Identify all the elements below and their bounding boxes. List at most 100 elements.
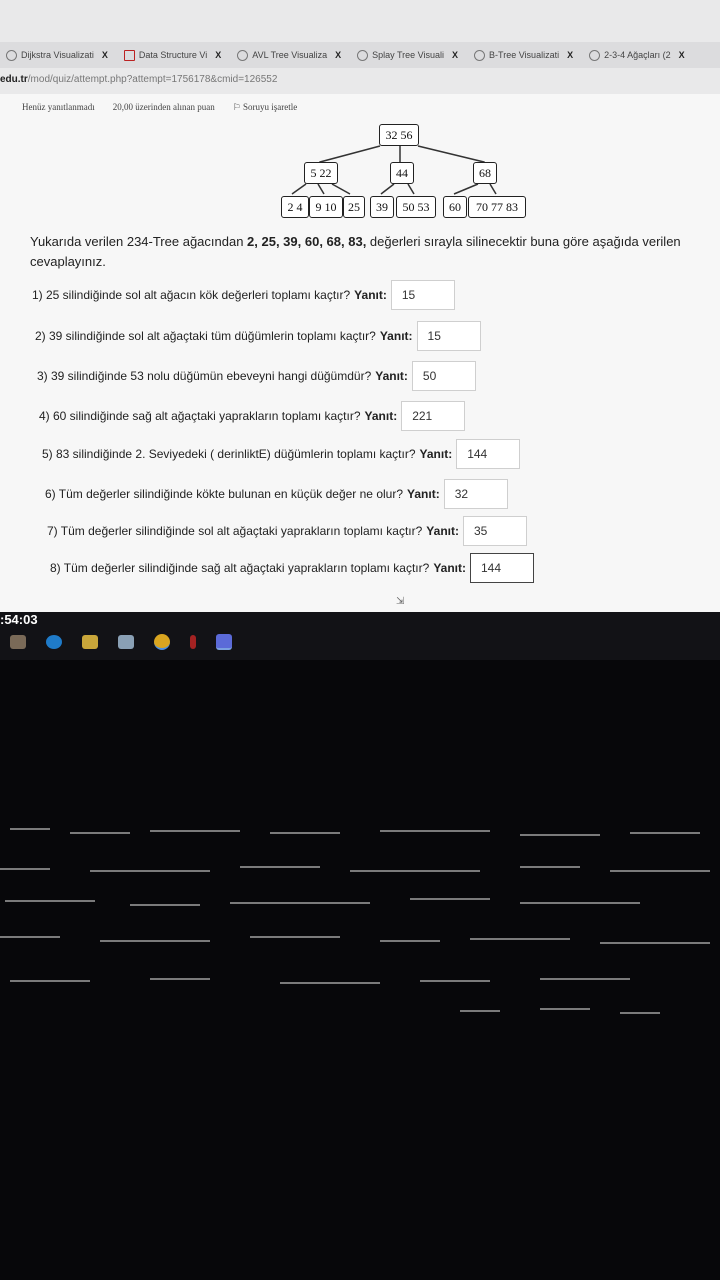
tab-label: Data Structure Vi	[138, 50, 208, 60]
tree-leaf: 39	[370, 196, 394, 218]
reflection-streak	[280, 982, 380, 984]
address-bar[interactable]: edu.tr/mod/quiz/attempt.php?attempt=1756…	[0, 74, 720, 92]
reflection-streak	[380, 830, 490, 832]
reflection-streak	[520, 866, 580, 868]
tab-label: 2-3-4 Ağaçları (2	[604, 50, 671, 60]
tab-234[interactable]: 2-3-4 Ağaçları (2 X	[583, 44, 691, 66]
answer-label: Yanıt:	[354, 288, 387, 302]
close-icon[interactable]: X	[102, 50, 108, 60]
tab-splay[interactable]: Splay Tree Visuali X	[351, 44, 464, 66]
taskbar-icons	[10, 634, 232, 650]
tree-node-l1-right: 68	[473, 162, 497, 184]
question-text: 4) 60 silindiğinde sağ alt ağaçtaki yapr…	[39, 409, 361, 423]
answer-label: Yanıt:	[379, 329, 413, 343]
question-1: 1) 25 silindiğinde sol alt ağacın kök de…	[32, 280, 455, 310]
tab-label: AVL Tree Visualiza	[252, 50, 328, 60]
tab-avl[interactable]: AVL Tree Visualiza X	[231, 44, 347, 66]
globe-icon	[6, 49, 17, 61]
reflection-streak	[270, 832, 340, 834]
reflection-streak	[540, 978, 630, 980]
close-icon[interactable]: X	[452, 50, 458, 60]
question-2: 2) 39 silindiğinde sol alt ağaçtaki tüm …	[35, 321, 481, 351]
description-before: Yukarıda verilen 234-Tree ağacından	[30, 234, 248, 249]
reflection-streak	[630, 832, 700, 834]
tab-data-structure[interactable]: Data Structure Vi X	[118, 44, 227, 66]
reflection-streak	[470, 938, 570, 940]
tree-leaf: 60	[443, 196, 467, 218]
globe-icon	[589, 49, 601, 61]
answer-input[interactable]: 15	[416, 321, 481, 351]
reflection-streak	[520, 834, 600, 836]
question-text: 7) Tüm değerler silindiğinde sol alt ağa…	[47, 524, 423, 538]
tree-node-l1-left: 5 22	[304, 162, 338, 184]
edge-left-1	[291, 183, 307, 195]
description-after: değerleri sırayla silinecektir buna göre…	[366, 234, 681, 249]
file-explorer-icon[interactable]	[82, 635, 98, 649]
edge-left-3	[331, 183, 351, 195]
question-3: 3) 39 silindiğinde 53 nolu düğümün ebeve…	[37, 361, 476, 391]
close-icon[interactable]: X	[567, 50, 573, 60]
answer-input[interactable]: 144	[456, 439, 521, 469]
tab-btree[interactable]: B-Tree Visualizati X	[468, 44, 579, 66]
tab-dijkstra[interactable]: Dijkstra Visualizati X	[0, 44, 114, 66]
tree-leaf: 25	[343, 196, 365, 218]
close-icon[interactable]: X	[335, 50, 341, 60]
reflection-streak	[410, 898, 490, 900]
dark-reflection-area	[0, 660, 720, 1280]
reflection-streak	[0, 868, 50, 870]
answer-input[interactable]: 50	[411, 361, 476, 391]
reflection-streak	[0, 936, 60, 938]
question-text: 2) 39 silindiğinde sol alt ağaçtaki tüm …	[35, 329, 376, 343]
tree-node-root: 32 56	[379, 124, 419, 146]
answer-label: Yanıt:	[407, 487, 440, 501]
answer-input[interactable]: 221	[401, 401, 466, 431]
close-icon[interactable]: X	[215, 50, 221, 60]
answer-label: Yanıt:	[426, 524, 459, 538]
usf-icon	[123, 49, 135, 61]
chrome-icon[interactable]	[154, 634, 170, 650]
reflection-streak	[350, 870, 480, 872]
reflection-streak	[620, 1012, 660, 1014]
globe-icon	[357, 49, 369, 61]
reflection-streak	[610, 870, 710, 872]
question-6: 6) Tüm değerler silindiğinde kökte bulun…	[45, 479, 508, 509]
question-text: 1) 25 silindiğinde sol alt ağacın kök de…	[32, 288, 351, 302]
reflection-streak	[380, 940, 440, 942]
discord-icon[interactable]	[216, 634, 232, 650]
answer-input[interactable]: 32	[443, 479, 508, 509]
url-path: /mod/quiz/attempt.php?attempt=1756178&cm…	[27, 74, 278, 85]
reflection-streak	[130, 904, 200, 906]
question-text: 6) Tüm değerler silindiğinde kökte bulun…	[45, 487, 404, 501]
edge-right-1	[453, 183, 479, 195]
globe-icon	[237, 49, 249, 61]
answer-label: Yanıt:	[419, 447, 453, 461]
reflection-streak	[230, 902, 370, 904]
tree-leaf: 2 4	[281, 196, 309, 218]
close-icon[interactable]: X	[679, 50, 685, 60]
question-text: 5) 83 silindiğinde 2. Seviyedeki ( derin…	[42, 447, 416, 461]
reflection-streak	[150, 830, 240, 832]
answer-input[interactable]: 15	[390, 280, 455, 310]
answer-input[interactable]: 35	[462, 516, 527, 546]
answer-input[interactable]: 144	[469, 553, 534, 583]
reflection-streak	[250, 936, 340, 938]
store-icon[interactable]	[10, 635, 26, 649]
tab-label: Dijkstra Visualizati	[21, 50, 94, 60]
answer-label: Yanıt:	[375, 369, 408, 383]
question-8: 8) Tüm değerler silindiğinde sağ alt ağa…	[50, 553, 534, 583]
tree-leaf: 50 53	[396, 196, 436, 218]
tree-leaf: 9 10	[309, 196, 343, 218]
reflection-streak	[5, 900, 95, 902]
reflection-streak	[520, 902, 640, 904]
edge-browser-icon[interactable]	[46, 635, 62, 649]
app-red-icon[interactable]	[190, 635, 196, 649]
timer-text: :54:03	[0, 612, 38, 627]
app-icon[interactable]	[118, 635, 134, 649]
question-7: 7) Tüm değerler silindiğinde sol alt ağa…	[47, 516, 527, 546]
description-line2: cevaplayınız.	[30, 254, 106, 269]
edge-mid-1	[380, 183, 395, 195]
tab-label: Splay Tree Visuali	[372, 50, 445, 60]
reflection-streak	[240, 866, 320, 868]
url-host: edu.tr	[0, 74, 28, 85]
reflection-streak	[10, 980, 90, 982]
